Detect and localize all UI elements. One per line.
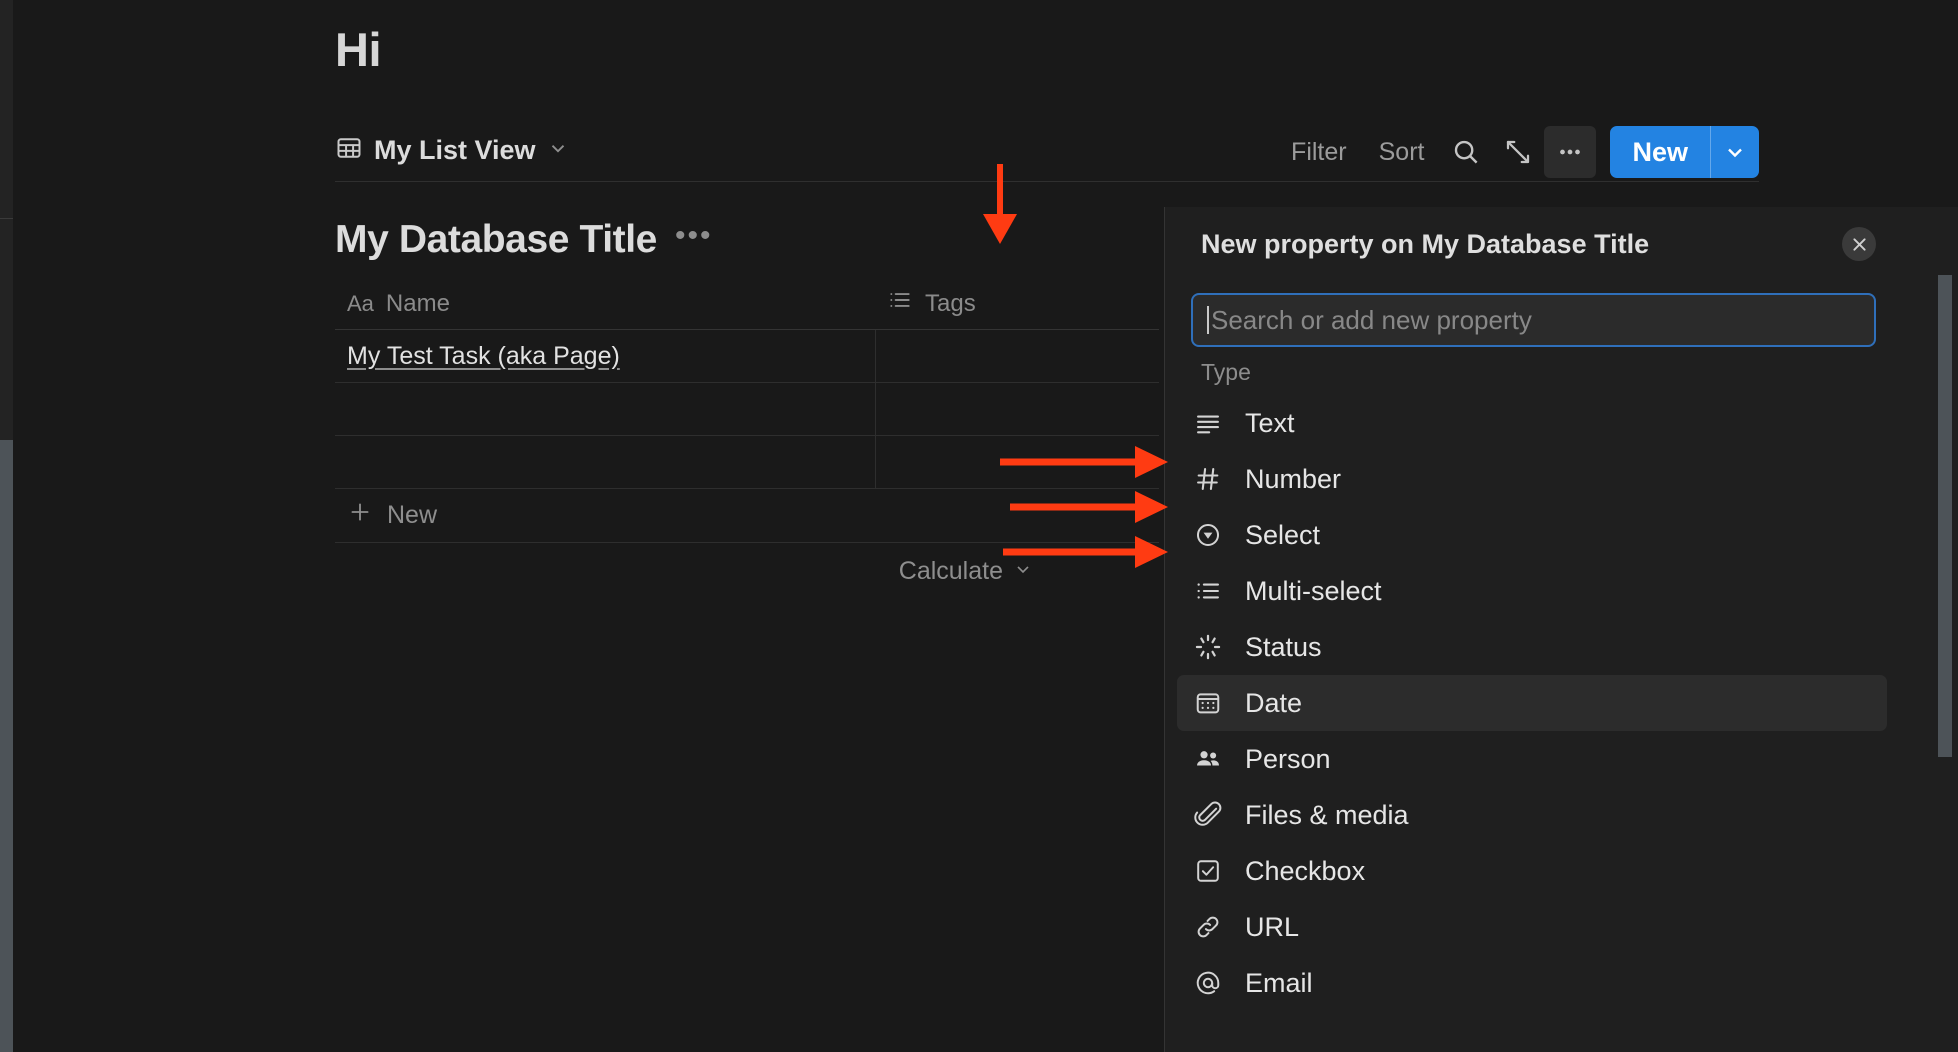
left-scrollbar-rail[interactable] bbox=[0, 0, 13, 1052]
status-spinner-icon bbox=[1193, 632, 1223, 662]
type-option-files-media[interactable]: Files & media bbox=[1177, 787, 1887, 843]
multi-select-list-icon bbox=[1193, 576, 1223, 606]
multi-select-list-icon bbox=[887, 287, 913, 320]
filter-button[interactable]: Filter bbox=[1275, 126, 1363, 178]
table-header-row: Aa Name Tags bbox=[335, 278, 1159, 330]
page-title: Hi bbox=[335, 23, 382, 76]
type-option-label: Select bbox=[1245, 519, 1321, 550]
type-option-url[interactable]: URL bbox=[1177, 899, 1887, 955]
type-option-label: Number bbox=[1245, 463, 1342, 494]
view-tab-label: My List View bbox=[374, 134, 536, 165]
plus-icon bbox=[347, 499, 373, 532]
type-option-person[interactable]: Person bbox=[1177, 731, 1887, 787]
paperclip-icon bbox=[1193, 800, 1223, 830]
sort-button[interactable]: Sort bbox=[1363, 126, 1441, 178]
table-icon bbox=[335, 134, 363, 167]
type-option-label: Email bbox=[1245, 967, 1313, 998]
cell-tags[interactable] bbox=[875, 383, 1159, 436]
new-button-group[interactable]: New bbox=[1610, 126, 1759, 178]
type-option-label: Date bbox=[1245, 687, 1303, 718]
type-option-text[interactable]: Text bbox=[1177, 395, 1887, 451]
page-link[interactable]: My Test Task (aka Page) bbox=[347, 342, 620, 371]
type-option-checkbox[interactable]: Checkbox bbox=[1177, 843, 1887, 899]
type-option-label: Text bbox=[1245, 407, 1295, 438]
column-header-tags[interactable]: Tags bbox=[875, 278, 1159, 330]
calendar-icon bbox=[1193, 688, 1223, 718]
database-title-row: My Database Title ••• bbox=[335, 218, 712, 262]
type-option-status[interactable]: Status bbox=[1177, 619, 1887, 675]
add-new-row-button[interactable]: New bbox=[335, 489, 1159, 543]
calculate-label: Calculate bbox=[898, 556, 1003, 585]
cell-name[interactable] bbox=[335, 436, 875, 489]
database-menu-ellipsis-icon[interactable]: ••• bbox=[675, 221, 713, 259]
calculate-button[interactable]: Calculate bbox=[899, 557, 1033, 586]
panel-title: New property on My Database Title bbox=[1201, 229, 1650, 259]
type-option-label: Checkbox bbox=[1245, 855, 1366, 886]
left-rail-divider bbox=[0, 218, 13, 219]
column-header-name-label: Name bbox=[385, 289, 450, 317]
app-root: Hi My List View Filter Sort New My Datab… bbox=[0, 0, 1958, 1052]
type-option-label: Status bbox=[1245, 631, 1322, 662]
search-property-field[interactable] bbox=[1191, 293, 1876, 347]
type-option-number[interactable]: Number bbox=[1177, 451, 1887, 507]
type-option-select[interactable]: Select bbox=[1177, 507, 1887, 563]
table-row[interactable]: My Test Task (aka Page) bbox=[335, 330, 1159, 383]
hash-icon bbox=[1193, 464, 1223, 494]
aa-text-icon: Aa bbox=[347, 290, 374, 316]
property-type-list: Text Number Select Multi-select Status D… bbox=[1177, 395, 1887, 1011]
cell-name[interactable]: My Test Task (aka Page) bbox=[335, 330, 875, 383]
type-option-label: Person bbox=[1245, 743, 1331, 774]
search-input[interactable] bbox=[1211, 304, 1860, 336]
close-icon[interactable] bbox=[1842, 227, 1876, 261]
cell-name[interactable] bbox=[335, 383, 875, 436]
at-sign-icon bbox=[1193, 968, 1223, 998]
type-option-date[interactable]: Date bbox=[1177, 675, 1887, 731]
add-new-row-label: New bbox=[387, 501, 438, 529]
search-icon[interactable] bbox=[1440, 126, 1492, 178]
left-scrollbar-thumb[interactable] bbox=[0, 440, 13, 1052]
chevron-down-icon bbox=[547, 137, 569, 164]
expand-diagonal-icon[interactable] bbox=[1492, 126, 1544, 178]
type-section-label: Type bbox=[1201, 359, 1251, 385]
panel-scrollbar-thumb[interactable] bbox=[1938, 275, 1952, 757]
link-icon bbox=[1193, 912, 1223, 942]
panel-header: New property on My Database Title bbox=[1165, 207, 1958, 285]
cell-tags[interactable] bbox=[875, 436, 1159, 489]
new-button-chevron-down-icon[interactable] bbox=[1711, 126, 1759, 178]
column-header-name[interactable]: Aa Name bbox=[335, 278, 875, 330]
database-table: Aa Name Tags My Test Task (aka Page) New… bbox=[335, 278, 1159, 599]
type-option-label: URL bbox=[1245, 911, 1300, 942]
type-option-label: Multi-select bbox=[1245, 575, 1382, 606]
chevron-down-icon bbox=[1013, 557, 1033, 586]
checkbox-checked-icon bbox=[1193, 856, 1223, 886]
select-circle-caret-icon bbox=[1193, 520, 1223, 550]
type-option-label: Files & media bbox=[1245, 799, 1409, 830]
cell-tags[interactable] bbox=[875, 330, 1159, 383]
people-icon bbox=[1193, 744, 1223, 774]
column-header-tags-label: Tags bbox=[925, 289, 976, 317]
new-property-panel: New property on My Database Title Type bbox=[1164, 207, 1958, 1052]
type-option-email[interactable]: Email bbox=[1177, 955, 1887, 1011]
table-footer: Calculate bbox=[335, 543, 1159, 599]
view-tab-my-list-view[interactable]: My List View bbox=[335, 130, 569, 170]
table-row[interactable] bbox=[335, 436, 1159, 489]
text-caret bbox=[1207, 306, 1209, 334]
text-lines-icon bbox=[1193, 408, 1223, 438]
view-actions: Filter Sort New bbox=[1275, 126, 1759, 178]
database-title[interactable]: My Database Title bbox=[335, 218, 657, 262]
new-button[interactable]: New bbox=[1610, 126, 1710, 178]
type-option-multi-select[interactable]: Multi-select bbox=[1177, 563, 1887, 619]
table-row[interactable] bbox=[335, 383, 1159, 436]
view-toolbar: My List View Filter Sort New bbox=[335, 124, 1759, 182]
ellipsis-icon[interactable] bbox=[1544, 126, 1597, 178]
